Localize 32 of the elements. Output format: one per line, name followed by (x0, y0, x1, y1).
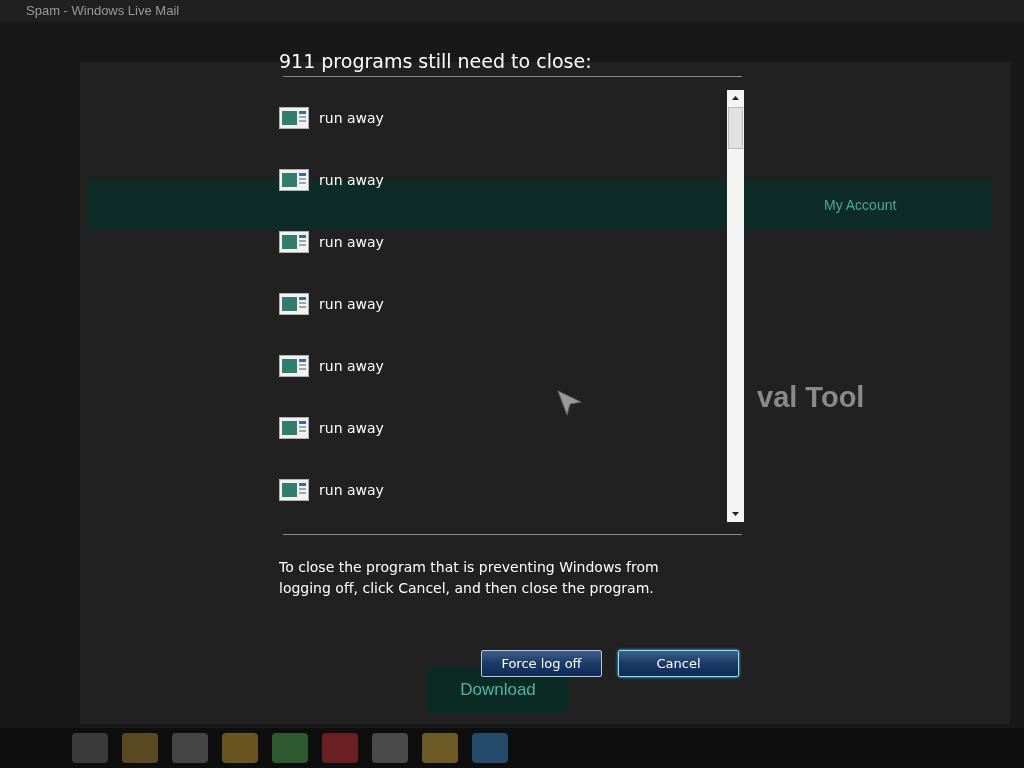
window-icon (279, 417, 309, 439)
taskbar-icon[interactable] (372, 733, 408, 763)
program-name: run away (319, 234, 384, 250)
taskbar-icon[interactable] (172, 733, 208, 763)
program-name: run away (319, 482, 384, 498)
program-name: run away (319, 296, 384, 312)
taskbar-icon[interactable] (322, 733, 358, 763)
window-icon (279, 479, 309, 501)
window-icon (279, 107, 309, 129)
dialog-title: 911 programs still need to close: (279, 49, 593, 74)
program-name: run away (319, 110, 384, 126)
dialog-button[interactable]: Force log off (481, 650, 602, 677)
window-icon (279, 169, 309, 191)
window-icon (279, 355, 309, 377)
cursor-icon (557, 390, 583, 416)
scroll-thumb[interactable] (728, 107, 743, 149)
scrollbar[interactable] (727, 90, 744, 522)
window-icon (279, 293, 309, 315)
dialog-button[interactable]: Cancel (618, 650, 739, 677)
taskbar-icon[interactable] (422, 733, 458, 763)
window-icon (279, 231, 309, 253)
page-heading: val Tool (757, 381, 865, 414)
program-name: run away (319, 172, 384, 188)
taskbar-icon[interactable] (222, 733, 258, 763)
dialog-message: To close the program that is preventing Windows from logging off, click Cancel, and then close the program. (279, 558, 660, 598)
program-name: run away (319, 358, 384, 374)
program-name: run away (319, 420, 384, 436)
window-title: Spam - Windows Live Mail (26, 3, 180, 18)
taskbar-icon[interactable] (272, 733, 308, 763)
taskbar-icon[interactable] (72, 733, 108, 763)
taskbar-icon[interactable] (122, 733, 158, 763)
taskbar-icon[interactable] (472, 733, 508, 763)
